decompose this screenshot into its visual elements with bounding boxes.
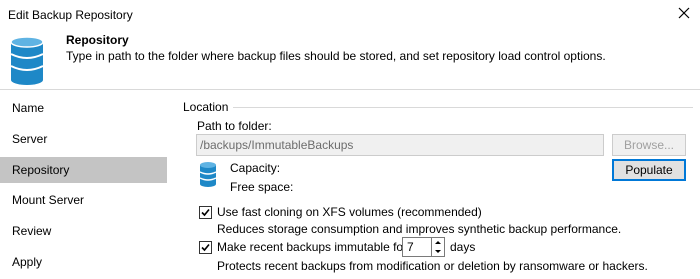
free-space-label: Free space: [230,180,294,194]
path-to-folder-input[interactable]: /backups/ImmutableBackups [196,134,604,156]
browse-button[interactable]: Browse... [612,134,686,156]
title-bar: Edit Backup Repository [0,0,700,28]
days-stepper[interactable] [432,237,445,257]
database-icon [10,36,44,85]
capacity-label: Capacity: [230,161,281,175]
header-description: Type in path to the folder where backup … [66,49,606,63]
wizard-header: Repository Type in path to the folder wh… [0,28,700,88]
immutable-days-input[interactable]: 7 [402,237,432,257]
window-title: Edit Backup Repository [8,8,133,22]
sidebar-item-repository[interactable]: Repository [0,157,167,183]
stepper-down-icon[interactable] [432,247,444,256]
checkmark-icon [201,208,210,217]
storage-icon [199,162,217,187]
close-button[interactable] [676,5,692,21]
wizard-steps-sidebar: Name Server Repository Mount Server Revi… [0,90,167,279]
close-icon [678,7,690,19]
header-title: Repository [66,33,129,47]
sidebar-item-mount-server[interactable]: Mount Server [0,187,167,213]
sidebar-item-review[interactable]: Review [0,218,167,244]
days-unit-label: days [450,240,476,254]
fast-cloning-label[interactable]: Use fast cloning on XFS volumes (recomme… [217,205,482,219]
location-section-label: Location [183,100,229,114]
location-section-divider [233,107,693,108]
repository-settings-panel: Location Path to folder: /backups/Immuta… [167,90,700,279]
immutable-label[interactable]: Make recent backups immutable for: [217,240,410,254]
fast-cloning-description: Reduces storage consumption and improves… [217,222,622,236]
populate-button[interactable]: Populate [612,159,686,181]
checkmark-icon [201,243,210,252]
sidebar-item-server[interactable]: Server [0,126,167,152]
immutable-description: Protects recent backups from modificatio… [217,259,648,273]
fast-cloning-checkbox[interactable] [199,206,212,219]
path-to-folder-label: Path to folder: [197,119,272,133]
sidebar-item-apply[interactable]: Apply [0,249,167,275]
sidebar-item-name[interactable]: Name [0,95,167,121]
stepper-up-icon[interactable] [432,238,444,247]
immutable-checkbox[interactable] [199,241,212,254]
